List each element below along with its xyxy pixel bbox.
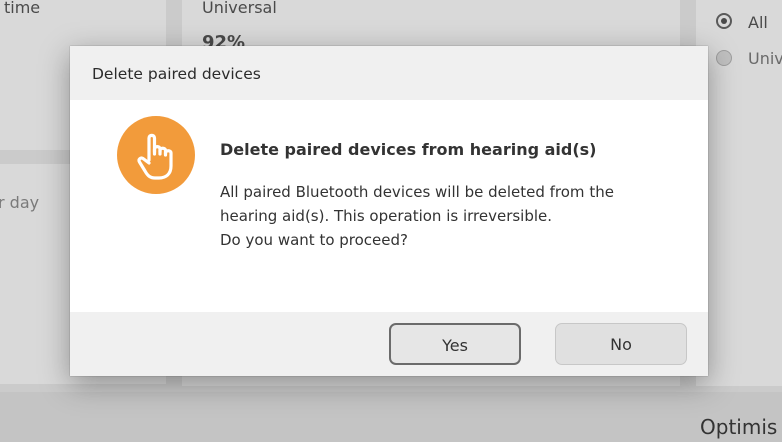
bg-time-label: time: [4, 0, 41, 17]
dialog-message: All paired Bluetooth devices will be del…: [220, 180, 680, 252]
dialog-message-line: Do you want to proceed?: [220, 231, 408, 249]
radio-universal-label: Univ: [748, 49, 782, 68]
radio-universal[interactable]: [716, 50, 732, 66]
pointing-hand-icon: [117, 116, 195, 194]
delete-paired-devices-dialog: Delete paired devices Delete paired devi…: [70, 46, 708, 376]
dialog-title: Delete paired devices from hearing aid(s…: [220, 140, 597, 159]
bg-bottom-strip: [0, 392, 782, 442]
dialog-header: Delete paired devices: [70, 46, 708, 100]
dialog-message-line: All paired Bluetooth devices will be del…: [220, 183, 614, 201]
radio-all[interactable]: [716, 13, 732, 29]
dialog-header-title: Delete paired devices: [92, 65, 261, 83]
radio-all-label: All: [748, 13, 768, 32]
dialog-message-line: hearing aid(s). This operation is irreve…: [220, 207, 553, 225]
bg-optimise-label: Optimis: [700, 415, 778, 439]
yes-button[interactable]: Yes: [389, 323, 521, 365]
no-button[interactable]: No: [555, 323, 687, 365]
bg-panel-lower-middle: [182, 376, 680, 386]
bg-universal-label: Universal: [202, 0, 277, 17]
bg-per-day-label: r day: [0, 193, 40, 212]
